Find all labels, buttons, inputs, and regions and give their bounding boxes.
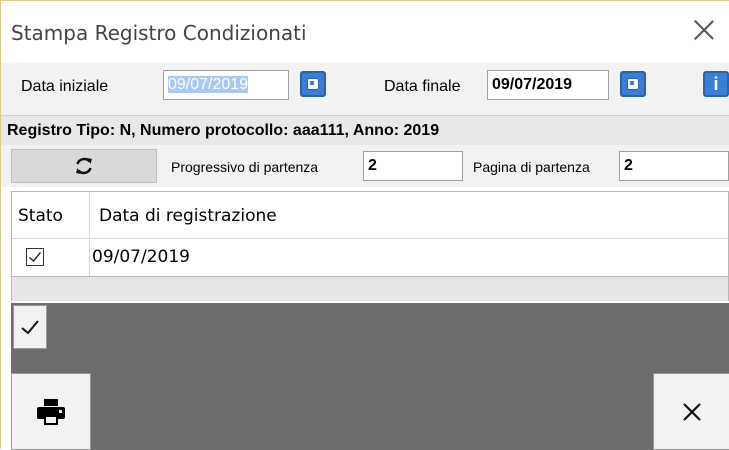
info-icon[interactable]: i	[703, 71, 729, 97]
column-header-data: Data di registrazione	[99, 206, 277, 226]
start-date-value: 09/07/2019	[168, 76, 249, 93]
end-date-field[interactable]: 09/07/2019	[487, 70, 609, 100]
registro-info-text: Registro Tipo: N, Numero protocollo: aaa…	[7, 122, 440, 139]
end-date-label: Data finale	[384, 78, 461, 95]
end-date-value: 09/07/2019	[492, 76, 573, 93]
print-button[interactable]	[11, 373, 91, 450]
refresh-button[interactable]	[11, 149, 157, 183]
check-icon	[21, 320, 39, 335]
actions-panel	[11, 303, 729, 450]
table-row[interactable]: 09/07/2019	[12, 238, 728, 276]
progressivo-value: 2	[368, 157, 377, 174]
pagina-input[interactable]: 2	[619, 151, 729, 181]
printer-icon	[37, 398, 65, 425]
registrazioni-table: Stato Data di registrazione 09/07/2019	[11, 191, 729, 277]
registro-info-bar: Registro Tipo: N, Numero protocollo: aaa…	[1, 115, 729, 146]
table-header: Stato Data di registrazione	[12, 192, 728, 239]
row-checkbox[interactable]	[26, 248, 44, 266]
pagina-label: Pagina di partenza	[473, 159, 590, 175]
window-title: Stampa Registro Condizionati	[11, 21, 307, 45]
dialog-window: Stampa Registro Condizionati Data inizia…	[0, 0, 729, 450]
title-bar: Stampa Registro Condizionati	[1, 1, 729, 63]
start-date-field[interactable]: 09/07/2019	[163, 70, 289, 100]
start-date-label: Data iniziale	[21, 78, 109, 95]
x-icon	[682, 402, 701, 421]
pagina-value: 2	[624, 157, 633, 174]
column-header-stato: Stato	[18, 206, 63, 226]
check-icon	[29, 252, 42, 263]
confirm-button[interactable]	[13, 305, 47, 349]
cancel-button[interactable]	[653, 373, 729, 450]
row-date: 09/07/2019	[92, 247, 190, 267]
date-range-row: Data iniziale 09/07/2019 Data finale 09/…	[1, 63, 729, 115]
calendar-icon[interactable]	[620, 71, 646, 97]
table-footer-strip	[11, 277, 729, 301]
refresh-icon	[76, 157, 92, 175]
progressivo-row: Progressivo di partenza 2 Pagina di part…	[1, 145, 729, 187]
progressivo-label: Progressivo di partenza	[171, 159, 319, 175]
close-icon[interactable]	[691, 17, 717, 43]
calendar-icon[interactable]	[300, 71, 326, 97]
progressivo-input[interactable]: 2	[363, 151, 463, 181]
